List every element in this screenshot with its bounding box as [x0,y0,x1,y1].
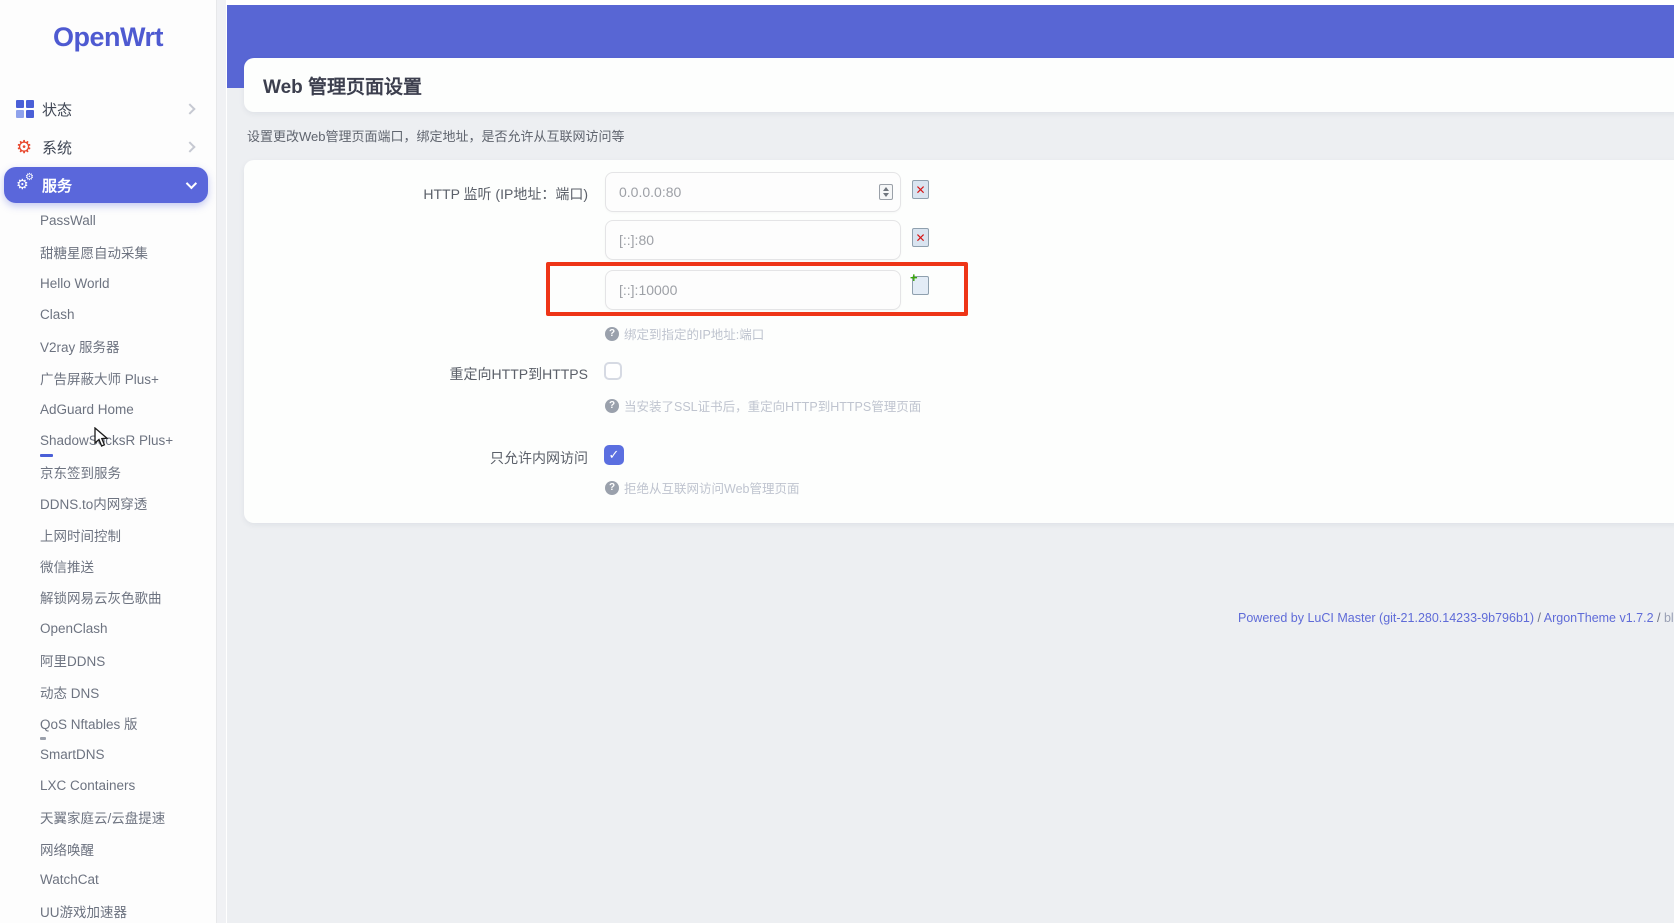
sidebar-subitem[interactable]: PassWall [0,205,216,236]
http-listen-input-1[interactable]: 0.0.0.0:80 [605,172,901,212]
sidebar-subitem[interactable]: 甜糖星愿自动采集 [0,236,216,267]
page-title-card: Web 管理页面设置 [244,58,1674,112]
sidebar-subitem[interactable]: 阿里DDNS [0,644,216,675]
openwrt-luci-page: Web 管理页面设置 设置更改Web管理页面端口，绑定地址，是否允许从互联网访问… [0,0,1674,923]
lan-only-help: ? 拒绝从互联网访问Web管理页面 [605,478,799,497]
footer-suffix: blea [1664,611,1674,625]
sidebar-subitem[interactable]: 解锁网易云灰色歌曲 [0,582,216,613]
http-listen-value-1: 0.0.0.0:80 [619,184,681,200]
sidebar-scrollbar[interactable] [216,0,226,923]
http-listen-value-2: [::]:80 [619,232,654,248]
combobox-dropdown-icon[interactable] [879,184,893,200]
page-description: 设置更改Web管理页面端口，绑定地址，是否允许从互联网访问等 [247,126,625,145]
sidebar-subitem[interactable]: 动态 DNS [0,676,216,707]
http-listen-input-2[interactable]: [::]:80 [605,220,901,260]
sidebar-subitem[interactable]: UU游戏加速器 [0,896,216,923]
delete-entry-icon[interactable]: ✕ [912,180,929,199]
sidebar-item-system[interactable]: ⚙ 系统 [4,129,208,165]
http-listen-input-3[interactable]: [::]:10000 [605,270,901,310]
sidebar-subitem[interactable]: Clash [0,299,216,330]
sidebar-subitem[interactable]: V2ray 服务器 [0,331,216,362]
submenu-active-dash [40,454,53,457]
add-entry-icon[interactable] [912,276,929,295]
status-grid-icon [16,100,42,118]
page-title: Web 管理页面设置 [263,72,422,99]
redirect-https-checkbox[interactable] [604,362,622,380]
system-gear-icon: ⚙ [16,138,42,156]
http-listen-label: HTTP 监听 (IP地址：端口) [244,184,588,204]
powered-by-link[interactable]: Powered by LuCI Master (git-21.280.14233… [1238,611,1534,625]
sidebar-item-services[interactable]: ⚙⚙ 服务 [4,167,208,203]
sidebar-subitem[interactable]: OpenClash [0,613,216,644]
http-listen-value-3: [::]:10000 [619,282,677,298]
sidebar: OpenWrt 状态 ⚙ 系统 ⚙⚙ 服务 PassWall甜糖星愿自动采集He… [0,0,216,923]
sidebar-subitem[interactable]: DDNS.to内网穿透 [0,488,216,519]
openwrt-logo: OpenWrt [0,22,216,53]
sidebar-subitem[interactable]: SmartDNS [0,739,216,770]
theme-link[interactable]: ArgonTheme v1.7.2 [1544,611,1654,625]
redirect-https-help: ? 当安装了SSL证书后，重定向HTTP到HTTPS管理页面 [605,396,921,415]
redirect-https-label: 重定向HTTP到HTTPS [244,364,588,384]
sidebar-submenu: PassWall甜糖星愿自动采集Hello WorldClashV2ray 服务… [0,205,216,923]
footer: Powered by LuCI Master (git-21.280.14233… [1238,611,1674,625]
help-question-icon: ? [605,481,619,495]
sidebar-subitem[interactable]: 京东签到服务 [0,456,216,487]
delete-entry-icon[interactable]: ✕ [912,228,929,247]
help-question-icon: ? [605,327,619,341]
sidebar-subitem[interactable]: WatchCat [0,864,216,895]
sidebar-subitem[interactable]: 微信推送 [0,550,216,581]
submenu-dash [40,737,46,740]
sidebar-item-status[interactable]: 状态 [4,91,208,127]
sidebar-subitem[interactable]: 上网时间控制 [0,519,216,550]
sidebar-subitem[interactable]: QoS Nftables 版 [0,707,216,738]
http-listen-help: ? 绑定到指定的IP地址:端口 [605,324,764,343]
chevron-right-icon [184,103,195,114]
lan-only-checkbox[interactable]: ✓ [604,445,624,465]
sidebar-subitem[interactable]: 广告屏蔽大师 Plus+ [0,362,216,393]
sidebar-subitem[interactable]: AdGuard Home [0,393,216,424]
help-question-icon: ? [605,399,619,413]
services-gears-icon: ⚙⚙ [16,175,42,195]
chevron-down-icon [186,178,197,189]
settings-form-card [244,160,1674,523]
sidebar-subitem[interactable]: LXC Containers [0,770,216,801]
sidebar-subitem[interactable]: 天翼家庭云/云盘提速 [0,801,216,832]
sidebar-subitem[interactable]: Hello World [0,268,216,299]
sidebar-subitem[interactable]: 网络唤醒 [0,833,216,864]
chevron-right-icon [184,141,195,152]
mouse-cursor [93,427,109,449]
lan-only-label: 只允许内网访问 [244,448,588,468]
